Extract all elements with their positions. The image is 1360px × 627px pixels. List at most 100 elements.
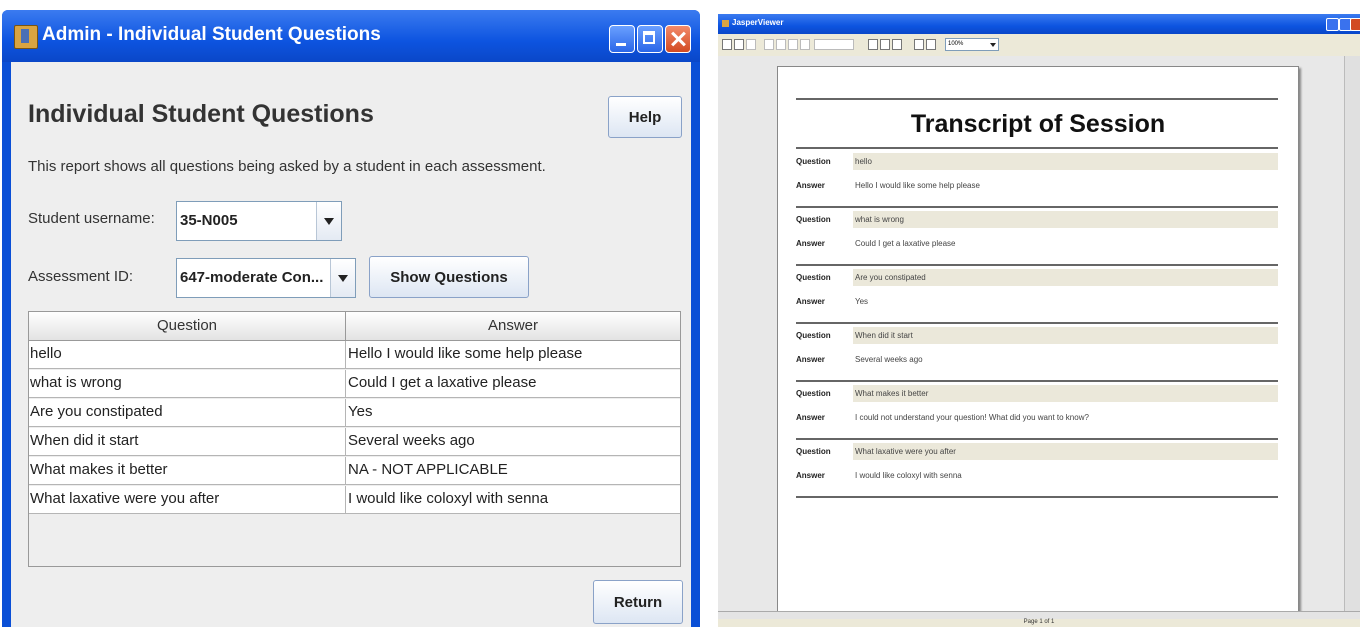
jasper-viewer-window: JasperViewer 100% Transcript of Session … — [718, 14, 1360, 627]
divider — [796, 147, 1278, 149]
last-page-icon[interactable] — [800, 39, 810, 50]
close-button[interactable] — [665, 25, 691, 53]
fit-page-icon[interactable] — [880, 39, 890, 50]
column-header-answer[interactable]: Answer — [346, 317, 680, 334]
question-label: Question — [796, 331, 831, 340]
answer-text: I could not understand your question! Wh… — [855, 413, 1089, 422]
answer-text: I would like coloxyl with senna — [855, 471, 962, 480]
print-icon[interactable] — [734, 39, 744, 50]
save-icon[interactable] — [722, 39, 732, 50]
minimize-button[interactable] — [1326, 18, 1339, 31]
zoom-in-icon[interactable] — [914, 39, 924, 50]
column-header-question[interactable]: Question — [29, 317, 345, 334]
table-row[interactable]: what is wrong Could I get a laxative ple… — [29, 370, 680, 398]
assessment-id-label: Assessment ID: — [28, 268, 134, 285]
answer-text: Could I get a laxative please — [855, 239, 956, 248]
table-row[interactable]: hello Hello I would like some help pleas… — [29, 341, 680, 369]
answer-text: Hello I would like some help please — [855, 181, 980, 190]
next-page-icon[interactable] — [788, 39, 798, 50]
admin-content: Individual Student Questions Help This r… — [11, 62, 691, 627]
divider — [796, 496, 1278, 498]
page-title: Individual Student Questions — [28, 100, 374, 128]
maximize-button[interactable] — [637, 25, 663, 53]
java-app-icon — [14, 25, 38, 49]
report-viewer[interactable]: Transcript of Session Question hello Ans… — [718, 56, 1360, 613]
answer-label: Answer — [796, 297, 825, 306]
question-row-bg — [853, 327, 1278, 344]
answer-cell: Could I get a laxative please — [348, 374, 537, 391]
zoom-out-icon[interactable] — [926, 39, 936, 50]
question-text: When did it start — [855, 331, 913, 340]
answer-label: Answer — [796, 239, 825, 248]
question-cell: hello — [30, 345, 62, 362]
question-cell: Are you constipated — [30, 403, 163, 420]
previous-page-icon[interactable] — [776, 39, 786, 50]
chevron-down-icon[interactable] — [330, 259, 355, 297]
help-button[interactable]: Help — [608, 96, 682, 138]
actual-size-icon[interactable] — [868, 39, 878, 50]
vertical-scrollbar[interactable] — [1344, 56, 1360, 611]
answer-cell: Several weeks ago — [348, 432, 475, 449]
answer-cell: Yes — [348, 403, 373, 420]
answer-label: Answer — [796, 471, 825, 480]
reload-icon[interactable] — [746, 39, 756, 50]
question-cell: When did it start — [30, 432, 139, 449]
report-description: This report shows all questions being as… — [28, 158, 546, 175]
chevron-down-icon[interactable] — [316, 202, 341, 240]
answer-label: Answer — [796, 355, 825, 364]
page-status: Page 1 of 1 — [718, 619, 1360, 627]
answer-cell: NA - NOT APPLICABLE — [348, 461, 508, 478]
answer-cell: Hello I would like some help please — [348, 345, 583, 362]
question-cell: What makes it better — [30, 461, 168, 478]
question-text: What makes it better — [855, 389, 929, 398]
assessment-id-select[interactable]: 647-moderate Con... — [176, 258, 356, 298]
zoom-select[interactable]: 100% — [945, 38, 999, 51]
question-label: Question — [796, 157, 831, 166]
question-cell: what is wrong — [30, 374, 122, 391]
divider — [796, 438, 1278, 440]
table-header: Question Answer — [29, 312, 680, 341]
divider — [796, 322, 1278, 324]
transcript-title: Transcript of Session — [910, 110, 1166, 138]
question-label: Question — [796, 389, 831, 398]
window-title: Admin - Individual Student Questions — [42, 24, 381, 45]
return-button[interactable]: Return — [593, 580, 683, 624]
close-button[interactable] — [1350, 18, 1360, 31]
answer-text: Yes — [855, 297, 869, 306]
report-page: Transcript of Session Question hello Ans… — [777, 66, 1299, 613]
question-text: What laxative were you after — [855, 447, 956, 456]
answer-cell: I would like coloxyl with senna — [348, 490, 549, 507]
question-text: Are you constipated — [855, 273, 926, 282]
viewer-title-bar[interactable]: JasperViewer — [718, 14, 1360, 34]
fit-width-icon[interactable] — [892, 39, 902, 50]
assessment-id-value: 647-moderate Con... — [180, 269, 324, 286]
divider — [796, 380, 1278, 382]
question-text: hello — [855, 157, 872, 166]
divider — [796, 206, 1278, 208]
questions-table[interactable]: Question Answer hello Hello I would like… — [28, 311, 681, 567]
student-username-select[interactable]: 35-N005 — [176, 201, 342, 241]
admin-window: Admin - Individual Student Questions Ind… — [2, 10, 700, 627]
first-page-icon[interactable] — [764, 39, 774, 50]
viewer-toolbar: 100% — [718, 34, 1360, 56]
question-row-bg — [853, 211, 1278, 228]
page-number-input[interactable] — [814, 39, 854, 50]
question-row-bg — [853, 153, 1278, 170]
table-row[interactable]: When did it start Several weeks ago — [29, 428, 680, 456]
question-text: what is wrong — [855, 215, 904, 224]
divider — [796, 264, 1278, 266]
divider — [796, 98, 1278, 100]
answer-label: Answer — [796, 413, 825, 422]
admin-title-bar[interactable]: Admin - Individual Student Questions — [2, 10, 700, 62]
minimize-button[interactable] — [609, 25, 635, 53]
student-username-value: 35-N005 — [180, 212, 238, 229]
table-row[interactable]: Are you constipated Yes — [29, 399, 680, 427]
show-questions-button[interactable]: Show Questions — [369, 256, 529, 298]
table-row[interactable]: What laxative were you after I would lik… — [29, 486, 680, 514]
table-row[interactable]: What makes it better NA - NOT APPLICABLE — [29, 457, 680, 485]
answer-text: Several weeks ago — [855, 355, 923, 364]
question-label: Question — [796, 273, 831, 282]
question-label: Question — [796, 215, 831, 224]
question-label: Question — [796, 447, 831, 456]
viewer-title: JasperViewer — [732, 18, 784, 27]
